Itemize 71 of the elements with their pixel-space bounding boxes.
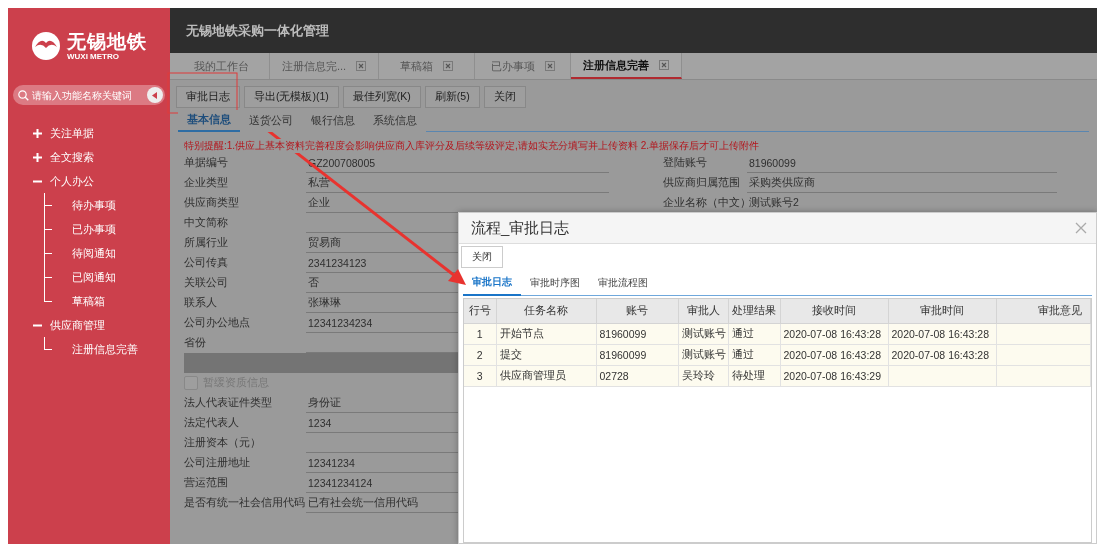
field-label: 企业类型 — [184, 175, 229, 190]
table-cell: 2 — [464, 344, 496, 366]
field-label: 供应商归属范围 — [663, 175, 741, 190]
tree-line — [44, 337, 52, 350]
section-tab[interactable]: 基本信息 — [178, 110, 240, 132]
menu-subitem[interactable]: 草稿箱 — [72, 293, 105, 309]
field-label: 所属行业 — [184, 235, 229, 250]
field-label: 省份 — [184, 335, 207, 350]
notice-text: 特别提醒:1.供应上基本资料完善程度会影响供应商入库评分及后续等级评定,请如实充分填写并上传资料 2.单据保存后才可上传附件 — [184, 139, 759, 153]
highlight-frame — [167, 72, 238, 114]
toolbar-button[interactable]: 关闭 — [483, 86, 526, 108]
column-header[interactable]: 审批意见 — [996, 299, 1091, 324]
field-label: 关联公司 — [184, 275, 229, 290]
toolbar-button[interactable]: 刷新(5) — [424, 86, 480, 108]
field-label: 联系人 — [184, 295, 218, 310]
field-label: 公司传真 — [184, 255, 229, 270]
field-label: 企业名称（中文） — [663, 195, 747, 210]
column-header[interactable]: 接收时间 — [780, 299, 888, 324]
menu-subitem[interactable]: 待阅通知 — [72, 245, 116, 261]
column-header[interactable]: 行号 — [464, 299, 496, 324]
field-label: 供应商类型 — [184, 195, 240, 210]
logo-name: 无锡地铁 — [67, 31, 147, 52]
field-label: 是否有统一社会信用代码 — [184, 495, 306, 510]
menu-subitem[interactable]: 注册信息完善 — [72, 341, 138, 357]
field-label: 公司办公地点 — [184, 315, 251, 330]
page-tab[interactable]: 注册信息完善 — [571, 53, 683, 79]
logo-subtitle: WUXI METRO — [67, 51, 120, 61]
page-tab[interactable]: 我的工作台 — [174, 53, 270, 79]
menu-item[interactable]: 全文搜索 — [50, 149, 94, 165]
collapse-button[interactable] — [147, 87, 163, 103]
table-cell: 3 — [464, 365, 496, 387]
toolbar-button[interactable]: 导出(无模板)(1) — [244, 86, 339, 108]
column-header[interactable]: 处理结果 — [728, 299, 780, 324]
field-label: 公司注册地址 — [184, 455, 251, 470]
field-label: 法定代表人 — [184, 415, 240, 430]
field-label: 中文简称 — [184, 215, 229, 230]
close-icon[interactable] — [356, 61, 367, 71]
table-cell: 1 — [464, 323, 496, 345]
menu-item[interactable]: 个人办公 — [50, 173, 94, 189]
field-label: 营运范围 — [184, 475, 229, 490]
field-value[interactable]: 81960099 — [747, 153, 1057, 173]
menu-subitem[interactable]: 待办事项 — [72, 197, 116, 213]
close-icon[interactable] — [1074, 221, 1088, 235]
field-label: 单据编号 — [184, 155, 229, 170]
column-header[interactable]: 审批时间 — [888, 299, 996, 324]
search-field[interactable]: 请输入功能名称关键词 — [13, 85, 165, 105]
close-icon[interactable] — [443, 61, 454, 71]
page-tab[interactable]: 草稿箱 — [379, 53, 476, 79]
column-header[interactable]: 审批人 — [678, 299, 728, 324]
close-icon[interactable] — [659, 60, 670, 70]
field-label: 注册资本（元） — [184, 435, 262, 450]
field-value[interactable]: 私营 — [306, 173, 609, 193]
menu-subitem[interactable]: 已阅通知 — [72, 269, 116, 285]
close-button[interactable]: 关闭 — [461, 246, 503, 268]
toolbar-button[interactable]: 审批日志 — [176, 86, 240, 108]
search-icon — [18, 89, 29, 101]
toolbar-button[interactable]: 最佳列宽(K) — [342, 86, 421, 108]
logo-icon — [31, 31, 61, 61]
app-title: 无锡地铁采购一体化管理 — [186, 21, 329, 40]
field-label: 登陆账号 — [663, 155, 708, 170]
dialog-tab[interactable]: 审批时序图 — [521, 270, 589, 296]
field-value[interactable]: 采购类供应商 — [747, 173, 1057, 193]
column-header[interactable]: 任务名称 — [496, 299, 596, 324]
menu-item[interactable]: 关注单据 — [50, 125, 94, 141]
menu-item[interactable]: 供应商管理 — [50, 317, 105, 333]
page-tab[interactable]: 注册信息完... — [270, 53, 380, 79]
column-header[interactable]: 账号 — [596, 299, 678, 324]
menu-subitem[interactable]: 已办事项 — [72, 221, 116, 237]
close-icon[interactable] — [544, 61, 555, 71]
triangle-left-icon — [152, 91, 158, 99]
field-label: 法人代表证件类型 — [184, 395, 273, 410]
